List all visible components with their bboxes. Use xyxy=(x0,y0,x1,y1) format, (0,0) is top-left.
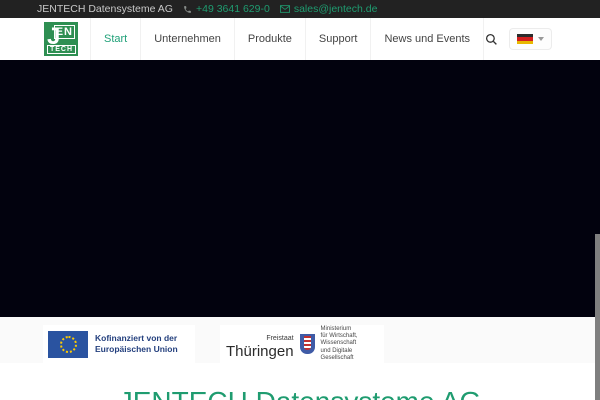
nav-menu: Start Unternehmen Produkte Support News … xyxy=(90,18,485,60)
thueringen-label: Thüringen xyxy=(226,343,294,360)
nav-right-controls xyxy=(485,18,552,60)
nav-item-news-und-events[interactable]: News und Events xyxy=(370,18,485,60)
logo-letters-en: EN xyxy=(53,25,75,39)
eu-flag-icon xyxy=(48,330,88,358)
nav-item-support[interactable]: Support xyxy=(304,18,371,60)
eu-text-line1: Kofinanziert von der xyxy=(95,332,178,343)
freistaat-label: Freistaat xyxy=(266,335,294,342)
section-title: JENTECH Datensysteme AG xyxy=(0,386,600,400)
ministry-line3: und Digitale Gesellschaft xyxy=(320,347,354,361)
main-navigation: J EN TECH Start Unternehmen Produkte Sup… xyxy=(0,18,600,60)
scrollbar-thumb[interactable] xyxy=(595,234,600,400)
nav-item-start[interactable]: Start xyxy=(90,18,140,60)
topbar: JENTECH Datensysteme AG +49 3641 629-0 s… xyxy=(0,0,600,18)
phone-link[interactable]: +49 3641 629-0 xyxy=(183,3,270,15)
phone-icon xyxy=(183,5,192,14)
jentech-logo[interactable]: J EN TECH xyxy=(44,22,78,56)
language-selector[interactable] xyxy=(509,28,552,50)
search-icon[interactable] xyxy=(485,33,498,46)
freistaat-thueringen-wordmark: Freistaat Thüringen xyxy=(226,328,294,360)
phone-number: +49 3641 629-0 xyxy=(195,3,270,15)
email-address: sales@jentech.de xyxy=(293,3,378,15)
logo-letters-tech: TECH xyxy=(46,45,76,54)
ministry-line2: für Wirtschaft, Wissenschaft xyxy=(320,333,358,347)
ministry-line1: Ministerium xyxy=(320,326,352,333)
company-name: JENTECH Datensysteme AG xyxy=(37,3,173,15)
envelope-icon xyxy=(279,5,290,13)
thueringen-coat-of-arms-icon xyxy=(299,334,315,354)
thueringen-ministry-logo: Freistaat Thüringen Ministerium für Wirt… xyxy=(220,325,384,363)
eu-cofunded-text: Kofinanziert von der Europäischen Union xyxy=(95,333,178,355)
eu-text-line2: Europäischen Union xyxy=(95,344,178,354)
hero-slider xyxy=(0,60,600,317)
nav-item-produkte[interactable]: Produkte xyxy=(233,18,305,60)
email-link[interactable]: sales@jentech.de xyxy=(279,3,378,15)
chevron-down-icon xyxy=(538,37,544,41)
page: JENTECH Datensysteme AG +49 3641 629-0 s… xyxy=(0,0,600,400)
eu-cofunded-logo: Kofinanziert von der Europäischen Union xyxy=(43,325,195,363)
ministry-text: Ministerium für Wirtschaft, Wissenschaft… xyxy=(321,326,378,362)
funding-logos-strip: Kofinanziert von der Europäischen Union … xyxy=(0,317,600,363)
german-flag-icon xyxy=(517,34,533,44)
nav-item-unternehmen[interactable]: Unternehmen xyxy=(140,18,234,60)
